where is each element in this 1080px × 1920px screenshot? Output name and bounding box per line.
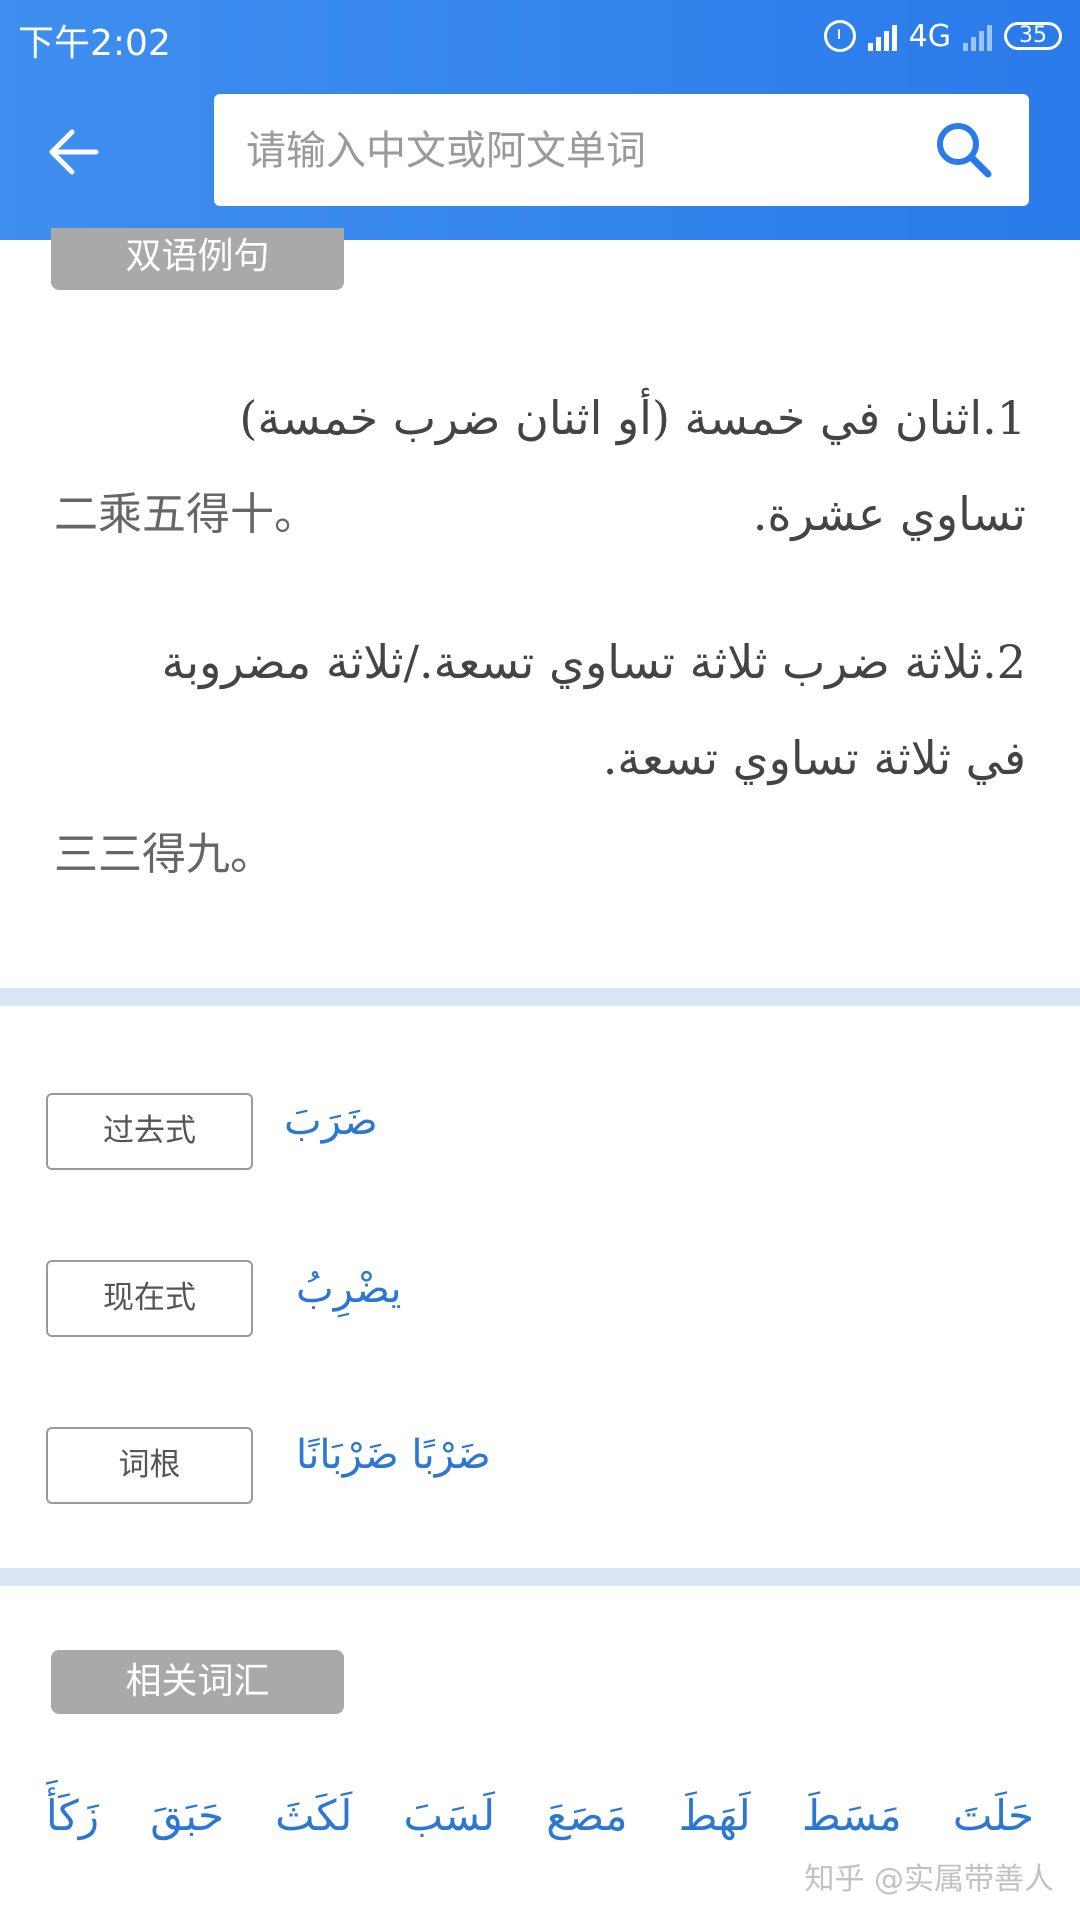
battery-level: 35 [1019, 23, 1047, 48]
example-arabic-2: 2.ثلاثة ضرب ثلاثة تساوي تسعة./ثلاثة مضرو… [161, 635, 1026, 785]
example-chinese-2: 三三得九。 [54, 829, 274, 880]
root-label: 词根 [46, 1427, 253, 1504]
network-type: 4G [908, 18, 951, 54]
section-divider [0, 988, 1080, 1006]
related-word[interactable]: زَكَأَ [40, 1791, 105, 1840]
example-chinese-1: 二乘五得十。 [54, 489, 318, 540]
related-word[interactable]: لَهَطَ [673, 1791, 757, 1840]
present-tense-label: 现在式 [46, 1260, 253, 1337]
root-value[interactable]: ضَرْبًا ضَرْبَانًا [296, 1432, 491, 1478]
status-bar: 下午2:02 4G 35 [0, 0, 1080, 76]
examples-badge: 双语例句 [51, 228, 344, 290]
related-word[interactable]: حَبَقَ [144, 1791, 230, 1840]
signal-secondary-icon [963, 21, 992, 51]
related-word[interactable]: لَكَثَ [269, 1791, 358, 1840]
present-tense-value[interactable]: يضْرِبُ [296, 1266, 402, 1312]
arrow-left-icon [49, 129, 99, 175]
related-word[interactable]: لَسَبَ [398, 1791, 502, 1840]
related-words-list: حَلَتَ مَسَطَ لَهَطَ مَصَعَ لَسَبَ لَكَث… [40, 1780, 1040, 1850]
search-bar [214, 94, 1029, 208]
section-divider [0, 1568, 1080, 1586]
related-badge: 相关词汇 [51, 1650, 344, 1714]
back-button[interactable] [44, 124, 104, 180]
signal-icon [867, 21, 897, 51]
app-header: 下午2:02 4G 35 [0, 0, 1080, 240]
battery-icon: 35 [1004, 22, 1062, 50]
related-word[interactable]: مَسَطَ [796, 1791, 908, 1840]
alarm-icon [823, 20, 856, 52]
search-icon[interactable] [930, 116, 998, 184]
past-tense-value[interactable]: ضَرَبَ [284, 1098, 378, 1144]
related-word[interactable]: مَصَعَ [540, 1791, 633, 1840]
status-time: 下午2:02 [18, 23, 171, 64]
search-input[interactable] [244, 94, 898, 208]
past-tense-label: 过去式 [46, 1093, 253, 1170]
status-icons: 4G 35 [823, 14, 1062, 58]
watermark: 知乎 @实属带善人 [804, 1862, 1054, 1897]
related-word[interactable]: حَلَتَ [947, 1791, 1040, 1840]
